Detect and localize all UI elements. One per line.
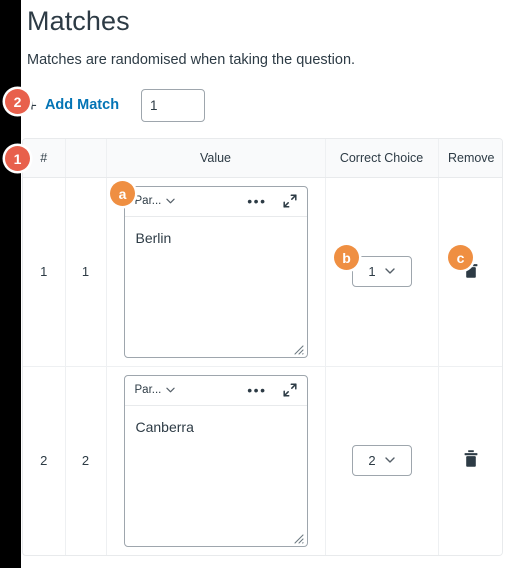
annotation-badge-1: 1 <box>5 146 30 171</box>
chevron-down-icon <box>166 197 176 206</box>
annotation-badge-b: b <box>334 245 359 270</box>
correct-choice-value: 2 <box>368 453 376 468</box>
correct-choice-dropdown[interactable]: 2 <box>351 445 412 476</box>
row-number: 1 <box>23 177 66 367</box>
paragraph-format-dropdown[interactable]: Par... <box>135 384 176 396</box>
editor-toolbar: Par... ••• <box>124 187 307 217</box>
table-header-row: # Value Correct Choice Remove <box>23 139 502 178</box>
annotation-badge-a: a <box>110 181 135 206</box>
row-index: 1 <box>65 177 107 367</box>
row-number: 2 <box>23 366 66 555</box>
rich-text-editor[interactable]: Par... ••• <box>123 185 308 358</box>
paragraph-format-label: Par... <box>134 384 162 396</box>
paragraph-format-label: Par... <box>134 195 162 207</box>
row-index: 2 <box>65 366 107 555</box>
remove-cell <box>438 177 502 367</box>
chevron-down-icon <box>384 267 395 276</box>
left-edge-strip <box>0 0 21 568</box>
table-row: 2 2 Par... ••• Canberra 2 <box>23 366 502 555</box>
add-match-button[interactable]: Add Match <box>45 97 119 113</box>
fullscreen-expand-icon[interactable] <box>282 383 297 397</box>
page-subtitle: Matches are randomised when taking the q… <box>27 52 356 68</box>
resize-handle-icon[interactable] <box>291 531 304 544</box>
correct-choice-cell: 1 <box>325 177 439 367</box>
chevron-down-icon <box>384 456 395 465</box>
fullscreen-expand-icon[interactable] <box>282 194 297 208</box>
paragraph-format-dropdown[interactable]: Par... <box>135 195 176 207</box>
trash-icon[interactable] <box>462 449 480 469</box>
correct-choice-value: 1 <box>368 264 376 279</box>
editor-content[interactable]: Berlin <box>125 217 307 337</box>
column-header-index <box>65 139 107 178</box>
resize-handle-icon[interactable] <box>291 342 304 355</box>
table-row: 1 1 Par... ••• Berlin 1 <box>23 177 502 367</box>
editor-toolbar: Par... ••• <box>124 376 307 406</box>
value-cell: Par... ••• <box>106 366 326 555</box>
annotation-badge-2: 2 <box>5 89 30 114</box>
more-options-icon[interactable]: ••• <box>247 194 266 208</box>
match-count-input[interactable] <box>141 88 206 122</box>
correct-choice-cell: 2 <box>325 366 439 555</box>
rich-text-editor[interactable]: Par... ••• <box>123 374 308 547</box>
page-title: Matches <box>27 6 130 36</box>
column-header-correct-choice: Correct Choice <box>325 139 439 178</box>
remove-cell <box>438 366 502 555</box>
value-cell: Par... ••• <box>106 177 326 367</box>
annotation-badge-c: c <box>448 245 473 270</box>
matches-panel: Matches Matches are randomised when taki… <box>0 0 517 568</box>
editor-content[interactable]: Canberra <box>125 406 307 526</box>
column-header-remove: Remove <box>438 139 502 178</box>
column-header-value: Value <box>106 139 326 178</box>
chevron-down-icon <box>166 386 176 395</box>
more-options-icon[interactable]: ••• <box>247 383 266 397</box>
add-match-row: + Add Match <box>27 88 206 122</box>
matches-table: # Value Correct Choice Remove 1 1 Par...… <box>22 138 503 556</box>
correct-choice-dropdown[interactable]: 1 <box>351 256 412 287</box>
